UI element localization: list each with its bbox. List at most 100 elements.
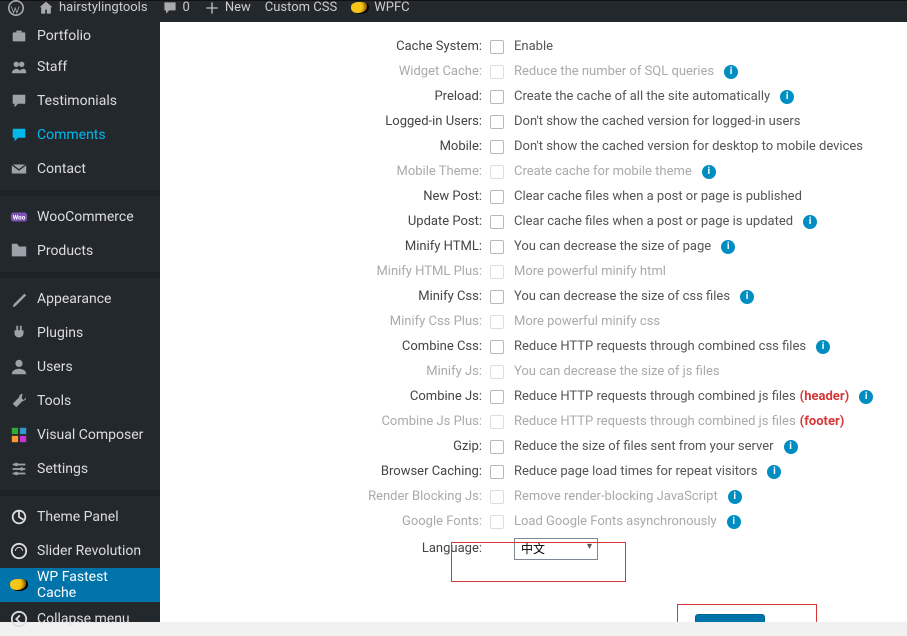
sidebar-item-collapse[interactable]: Collapse menu xyxy=(0,602,160,636)
sidebar-item-tools[interactable]: Tools xyxy=(0,384,160,418)
sidebar-item-visual-composer[interactable]: Visual Composer xyxy=(0,418,160,452)
sidebar-item-comments[interactable]: Comments xyxy=(0,118,160,152)
vc-icon xyxy=(10,426,28,444)
site-name[interactable]: hairstylingtools xyxy=(38,0,148,16)
settings-icon xyxy=(10,460,28,478)
setting-description: Create the cache of all the site automat… xyxy=(514,89,770,104)
theme-icon xyxy=(10,508,28,526)
sidebar-separator xyxy=(0,190,160,196)
checkbox-update-post[interactable] xyxy=(490,215,504,229)
sidebar-item-testimonials[interactable]: Testimonials xyxy=(0,84,160,118)
sidebar-item-staff[interactable]: Staff xyxy=(0,50,160,84)
setting-label: Browser Caching: xyxy=(160,464,490,479)
sidebar-item-theme-panel[interactable]: Theme Panel xyxy=(0,500,160,534)
info-icon[interactable] xyxy=(721,240,735,254)
sidebar-item-users[interactable]: Users xyxy=(0,350,160,384)
setting-description: Reduce HTTP requests through combined js… xyxy=(514,389,796,404)
setting-label: Widget Cache: xyxy=(160,64,490,79)
setting-row-new-post: New Post:Clear cache files when a post o… xyxy=(160,184,907,209)
setting-label: Gzip: xyxy=(160,439,490,454)
info-icon[interactable] xyxy=(727,515,741,529)
plus-icon xyxy=(204,0,220,16)
setting-label: Render Blocking Js: xyxy=(160,489,490,504)
setting-description: More powerful minify css xyxy=(514,314,660,329)
sidebar-item-slider-revolution[interactable]: Slider Revolution xyxy=(0,534,160,568)
woo-icon: Woo xyxy=(10,208,28,226)
checkbox-minify-css[interactable] xyxy=(490,290,504,304)
setting-row-widget-cache: Widget Cache: Reduce the number of SQL qu… xyxy=(160,59,907,84)
checkbox-combine-css[interactable] xyxy=(490,340,504,354)
setting-row-combine-js-plus: Combine Js Plus:Reduce HTTP requests thr… xyxy=(160,409,907,434)
checkbox-logged-in[interactable] xyxy=(490,115,504,129)
setting-label: Minify HTML: xyxy=(160,239,490,254)
sidebar-item-label: Plugins xyxy=(37,325,83,341)
tools-icon xyxy=(10,392,28,410)
sidebar-item-appearance[interactable]: Appearance xyxy=(0,282,160,316)
portfolio-icon xyxy=(10,27,28,45)
setting-row-mobile: Mobile:Don't show the cached version for… xyxy=(160,134,907,159)
info-icon[interactable] xyxy=(767,465,781,479)
home-icon xyxy=(38,0,54,16)
appearance-icon xyxy=(10,290,28,308)
sidebar-item-portfolio[interactable]: Portfolio xyxy=(0,22,160,50)
email-icon xyxy=(10,160,28,178)
sidebar-item-plugins[interactable]: Plugins xyxy=(0,316,160,350)
sidebar-item-wp-fastest-cache[interactable]: WP Fastest Cache xyxy=(0,568,160,602)
info-icon[interactable] xyxy=(784,440,798,454)
sidebar-item-label: Portfolio xyxy=(37,28,91,44)
slider-icon xyxy=(10,542,28,560)
testimonials-icon xyxy=(10,92,28,110)
submit-button[interactable]: Submit xyxy=(695,614,765,622)
setting-description: Don't show the cached version for deskto… xyxy=(514,139,863,154)
sidebar-item-woocommerce[interactable]: Woo WooCommerce xyxy=(0,200,160,234)
setting-row-minify-html: Minify HTML: You can decrease the size of… xyxy=(160,234,907,259)
setting-row-browser-caching: Browser Caching:Reduce page load times f… xyxy=(160,459,907,484)
checkbox-preload[interactable] xyxy=(490,90,504,104)
setting-description: Clear cache files when a post or page is… xyxy=(514,214,793,229)
info-icon[interactable] xyxy=(724,65,738,79)
setting-row-minify-js: Minify Js:You can decrease the size of j… xyxy=(160,359,907,384)
admin-toolbar: hairstylingtools 0 New Custom CSS WPFC xyxy=(0,0,907,22)
setting-label: Minify HTML Plus: xyxy=(160,264,490,279)
sidebar-separator xyxy=(0,490,160,496)
checkbox-minify-html[interactable] xyxy=(490,240,504,254)
info-icon[interactable] xyxy=(803,215,817,229)
language-label: Language: xyxy=(160,541,490,556)
sidebar-item-contact[interactable]: Contact xyxy=(0,152,160,186)
setting-description: Reduce HTTP requests through combined js… xyxy=(514,414,796,429)
setting-label: Minify Css: xyxy=(160,289,490,304)
setting-row-cache-system: Cache System:Enable xyxy=(160,34,907,59)
setting-description: Reduce the number of SQL queries xyxy=(514,64,714,79)
cheetah-icon xyxy=(351,2,369,14)
sidebar-item-settings[interactable]: Settings xyxy=(0,452,160,486)
setting-description: More powerful minify html xyxy=(514,264,666,279)
setting-row-update-post: Update Post:Clear cache files when a pos… xyxy=(160,209,907,234)
checkbox-cache-system[interactable] xyxy=(490,40,504,54)
admin-sidebar: Portfolio StaffTestimonialsCommentsContac… xyxy=(0,22,160,622)
setting-label: Combine Css: xyxy=(160,339,490,354)
sidebar-item-products[interactable]: Products xyxy=(0,234,160,268)
checkbox-browser-caching[interactable] xyxy=(490,465,504,479)
comments-icon xyxy=(10,126,28,144)
comments-bubble[interactable]: 0 xyxy=(162,0,190,16)
info-icon[interactable] xyxy=(859,390,873,404)
sidebar-item-label: WooCommerce xyxy=(37,209,134,225)
setting-row-logged-in: Logged-in Users:Don't show the cached ve… xyxy=(160,109,907,134)
checkbox-gzip[interactable] xyxy=(490,440,504,454)
checkbox-combine-js[interactable] xyxy=(490,390,504,404)
custom-css[interactable]: Custom CSS xyxy=(265,0,337,15)
wpfc-toolbar[interactable]: WPFC xyxy=(351,0,409,15)
info-icon[interactable] xyxy=(702,165,716,179)
checkbox-mobile[interactable] xyxy=(490,140,504,154)
setting-description: Reduce the size of files sent from your … xyxy=(514,439,774,454)
info-icon[interactable] xyxy=(816,340,830,354)
info-icon[interactable] xyxy=(740,290,754,304)
language-select[interactable]: 中文 xyxy=(514,538,598,560)
info-icon[interactable] xyxy=(728,490,742,504)
info-icon[interactable] xyxy=(780,90,794,104)
new-content[interactable]: New xyxy=(204,0,251,16)
sidebar-item-label: Users xyxy=(37,359,73,375)
checkbox-new-post[interactable] xyxy=(490,190,504,204)
setting-description: You can decrease the size of page xyxy=(514,239,711,254)
wp-logo[interactable] xyxy=(8,0,24,16)
